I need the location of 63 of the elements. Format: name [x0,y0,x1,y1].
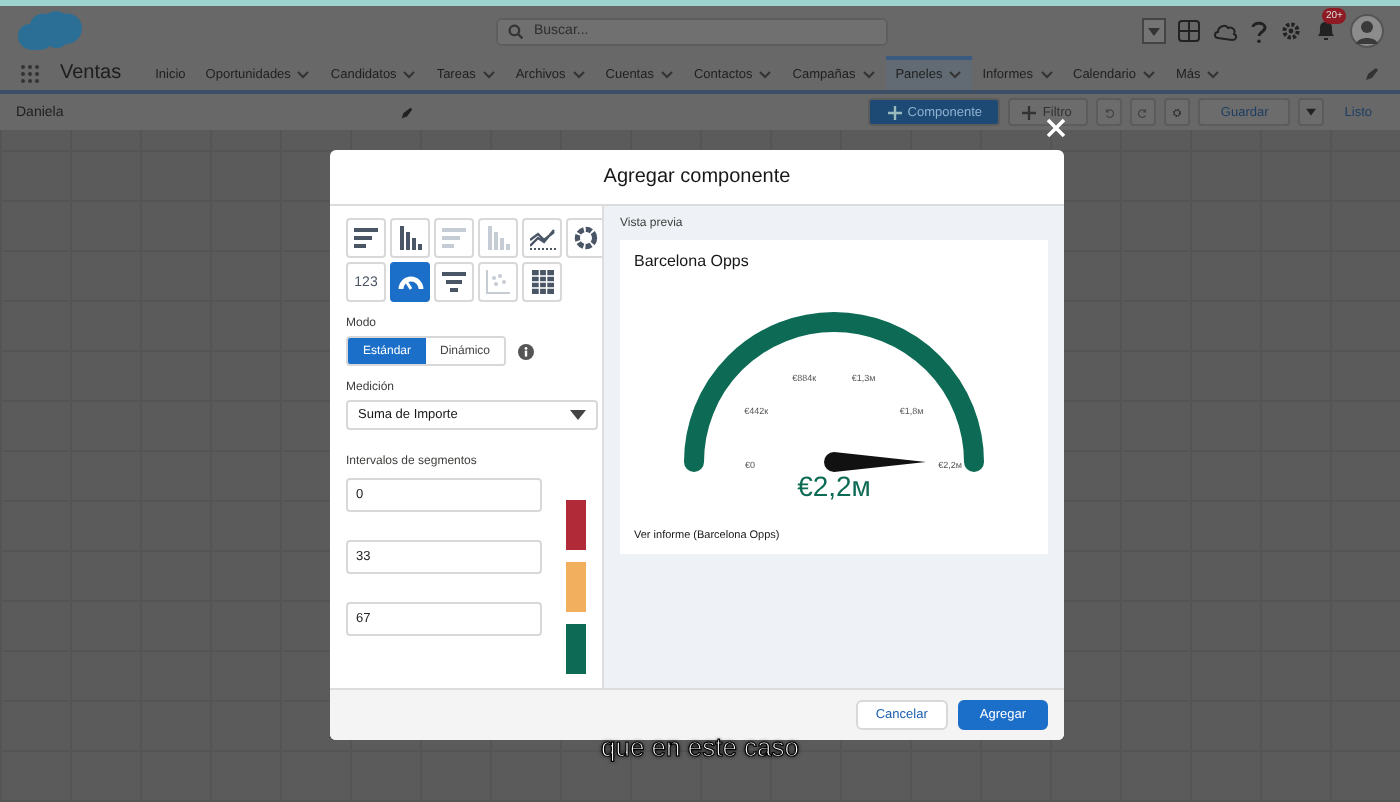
chevron-down-icon[interactable] [659,70,674,80]
segment-color-swatch[interactable] [566,562,586,612]
app-name: Ventas [60,62,122,84]
pencil-icon[interactable] [1364,65,1380,81]
redo-button[interactable] [1130,98,1157,126]
chevron-down-icon[interactable] [1039,70,1053,80]
caption: que en este caso [598,732,802,762]
plus-icon [1022,105,1037,119]
line-chart-type-button[interactable] [522,218,562,258]
horizontal-bar-chart-icon [441,228,467,248]
segment-color-swatch[interactable] [566,500,586,550]
grid-icon[interactable] [1178,20,1200,42]
save-menu-button[interactable] [1298,98,1325,126]
line-chart-icon [529,227,555,249]
gauge-chart-type-button[interactable] [390,262,430,302]
scatter-chart-icon [486,270,510,294]
card-title: Barcelona Opps [634,252,751,270]
app-launcher-icon[interactable] [20,63,40,83]
cloud-logo [16,9,84,53]
gauge-icon [397,274,423,290]
hbar-chart-type-button[interactable] [346,218,386,258]
table-chart-type-button[interactable] [522,262,562,302]
favorites-dropdown[interactable] [1142,18,1166,44]
caret-down-icon [1306,107,1317,117]
chevron-down-icon[interactable] [296,70,311,80]
gauge-needle [824,452,926,472]
pencil-icon[interactable] [400,105,414,119]
vertical-bar-chart-icon [487,226,509,250]
settings-icon[interactable] [1280,20,1302,42]
chevron-down-icon[interactable] [1206,70,1221,80]
table-icon [531,270,553,294]
donut-chart-type-button[interactable] [566,218,602,258]
chevron-down-icon[interactable] [402,70,417,80]
help-icon[interactable] [1250,19,1268,43]
chevron-down-icon[interactable] [861,70,876,80]
chevron-down-icon[interactable] [481,70,496,80]
settings-icon [1172,105,1183,119]
bell-icon[interactable] [1314,20,1338,42]
cloud-icon[interactable] [1212,20,1238,42]
modal-title: Agregar componente [603,166,791,188]
close-icon[interactable] [1046,118,1066,138]
undo-button[interactable] [1096,98,1123,126]
gauge-value: €2,2м [797,470,871,502]
caret-down-icon [570,410,586,420]
segment-color-swatch[interactable] [566,624,586,674]
avatar[interactable] [1350,14,1384,48]
donut-chart-icon [574,226,598,250]
search-icon [508,23,524,39]
vbar-chart-type-button[interactable] [390,218,430,258]
chevron-down-icon[interactable] [758,70,773,80]
horizontal-bar-chart-icon [353,228,379,248]
funnel-chart-icon [442,272,466,292]
plus-icon [887,105,902,119]
settings-button[interactable] [1164,98,1191,126]
funnel-chart-type-button[interactable] [434,262,474,302]
info-icon[interactable] [518,343,534,359]
redo-icon [1138,105,1149,119]
chevron-down-icon[interactable] [948,70,963,80]
chevron-down-icon[interactable] [571,70,586,80]
caret-down-icon [1148,25,1160,37]
chevron-down-icon[interactable] [1141,70,1156,80]
undo-icon [1104,105,1115,119]
vertical-bar-chart-icon [399,226,421,250]
